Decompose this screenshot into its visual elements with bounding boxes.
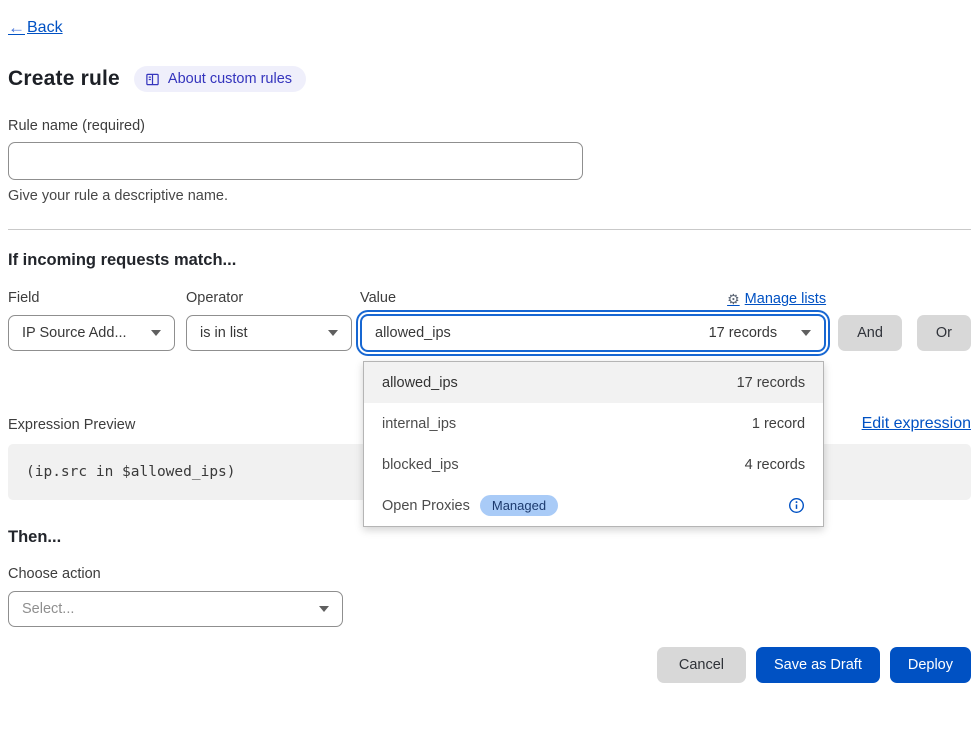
list-name: Open Proxies: [382, 498, 470, 514]
list-name: internal_ips: [382, 416, 456, 432]
chevron-down-icon: [801, 330, 811, 336]
list-name: allowed_ips: [382, 375, 458, 391]
action-select-placeholder: Select...: [22, 601, 74, 617]
action-select[interactable]: Select...: [8, 591, 343, 627]
section-divider: [8, 229, 971, 230]
value-label: Value: [360, 290, 396, 308]
manage-lists-label: Manage lists: [745, 291, 826, 307]
field-select-value: IP Source Add...: [22, 325, 127, 341]
operator-select[interactable]: is in list: [186, 315, 352, 351]
choose-action-label: Choose action: [8, 566, 971, 582]
then-section-heading: Then...: [8, 528, 971, 547]
page-title: Create rule: [8, 67, 120, 91]
about-custom-rules-link[interactable]: About custom rules: [134, 66, 306, 92]
rule-name-input[interactable]: [8, 142, 583, 180]
field-select[interactable]: IP Source Add...: [8, 315, 175, 351]
gear-icon: ⚙: [727, 291, 740, 308]
field-column: Field IP Source Add...: [8, 290, 175, 351]
title-row: Create rule About custom rules: [8, 64, 971, 94]
operator-column: Operator is in list: [186, 290, 352, 351]
value-select-records: 17 records: [709, 325, 778, 341]
operator-label: Operator: [186, 290, 352, 308]
back-link-label: Back: [27, 19, 63, 37]
value-select-value: allowed_ips: [375, 325, 451, 341]
condition-row: Field IP Source Add... Operator is in li…: [8, 290, 971, 352]
about-custom-rules-label: About custom rules: [168, 71, 292, 87]
expression-code: (ip.src in $allowed_ips): [26, 464, 236, 480]
rule-name-label: Rule name (required): [8, 118, 971, 134]
expression-preview-label: Expression Preview: [8, 417, 135, 433]
value-select[interactable]: allowed_ips 17 records: [360, 314, 826, 352]
create-rule-page: ←Back Create rule About custom rules Rul…: [0, 0, 979, 739]
footer-actions: Cancel Save as Draft Deploy: [8, 647, 971, 683]
value-column: Value ⚙ Manage lists allowed_ips 17 recor…: [360, 290, 826, 352]
dropdown-item-allowed-ips[interactable]: allowed_ips 17 records: [364, 362, 823, 403]
manage-lists-link[interactable]: ⚙ Manage lists: [727, 291, 826, 308]
chevron-down-icon: [151, 330, 161, 336]
save-as-draft-button[interactable]: Save as Draft: [756, 647, 880, 683]
or-button[interactable]: Or: [917, 315, 971, 351]
book-icon: [145, 72, 160, 87]
dropdown-item-open-proxies[interactable]: Open Proxies Managed: [364, 485, 823, 526]
managed-badge: Managed: [480, 495, 558, 516]
list-record-count: 4 records: [745, 457, 805, 473]
list-record-count: 1 record: [752, 416, 805, 432]
dropdown-item-blocked-ips[interactable]: blocked_ips 4 records: [364, 444, 823, 485]
back-link[interactable]: ←Back: [8, 18, 63, 38]
and-button[interactable]: And: [838, 315, 902, 351]
rule-name-helper: Give your rule a descriptive name.: [8, 188, 971, 204]
cancel-button[interactable]: Cancel: [657, 647, 746, 683]
operator-select-value: is in list: [200, 325, 248, 341]
back-arrow-icon: ←: [8, 18, 25, 38]
edit-expression-link[interactable]: Edit expression: [862, 415, 971, 433]
info-icon[interactable]: [788, 497, 805, 514]
chevron-down-icon: [319, 606, 329, 612]
match-section-heading: If incoming requests match...: [8, 251, 971, 270]
list-record-count: 17 records: [737, 375, 806, 391]
deploy-button[interactable]: Deploy: [890, 647, 971, 683]
value-label-row: Value ⚙ Manage lists: [360, 290, 826, 308]
value-dropdown-panel: allowed_ips 17 records internal_ips 1 re…: [363, 361, 824, 527]
dropdown-item-internal-ips[interactable]: internal_ips 1 record: [364, 403, 823, 444]
list-name: blocked_ips: [382, 457, 459, 473]
field-label: Field: [8, 290, 175, 308]
chevron-down-icon: [328, 330, 338, 336]
